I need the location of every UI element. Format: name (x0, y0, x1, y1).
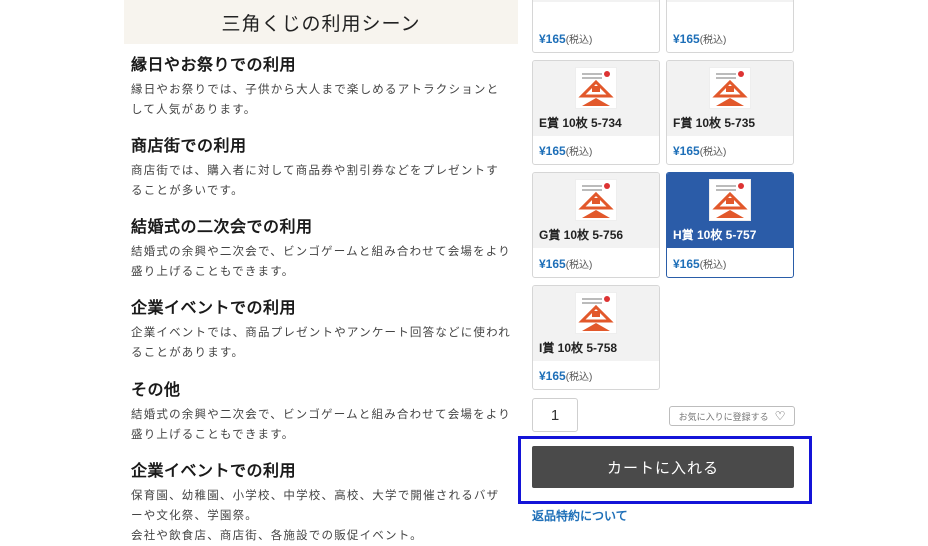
product-name: H賞 10枚 5-757 (673, 228, 757, 242)
price-value: ¥165 (539, 144, 566, 158)
price-value: ¥165 (673, 257, 700, 271)
tax-label: (税込) (699, 260, 727, 271)
product-price: ¥165(税込) (673, 31, 726, 46)
heart-icon: ♡ (774, 409, 786, 423)
scene-heading: 企業イベントでの利用 (131, 461, 297, 480)
scene-text: 縁日やお祭りでは、子供から大人まで楽しめるアトラクションとして人気があります。 (131, 82, 500, 116)
product-card[interactable]: C賞 10枚 5-732¥165(税込) (532, 0, 660, 53)
favorite-label: お気に入りに登録する (678, 411, 769, 422)
product-price: ¥165(税込) (673, 143, 726, 158)
add-to-cart-button[interactable]: カートに入れる (532, 446, 794, 488)
price-value: ¥165 (539, 32, 566, 46)
tax-label: (税込) (565, 372, 593, 383)
scene-text: 商店街では、購入者に対して商品券や割引券などをプレゼントすることが多いです。 (131, 163, 499, 197)
scene-festival: 縁日やお祭りでの利用 縁日やお祭りでは、子供から大人まで楽しめるアトラクションと… (131, 55, 511, 119)
add-to-favorites-button[interactable]: お気に入りに登録する ♡ (669, 406, 795, 426)
product-card[interactable]: F賞 10枚 5-735 ¥165(税込) (666, 60, 794, 165)
product-card[interactable]: D賞 10枚 5-733¥165(税込) (666, 0, 794, 53)
scenes-title-box: 三角くじの利用シーン (124, 0, 518, 44)
product-thumbnail (533, 0, 659, 2)
scene-heading: 企業イベントでの利用 (131, 298, 297, 317)
scene-text: 保育園、幼稚園、小学校、中学校、高校、大学で開催されるバザーや文化祭、学園祭。 … (131, 488, 500, 542)
product-name: G賞 10枚 5-756 (539, 228, 624, 242)
returns-policy-link[interactable]: 返品特約について (532, 507, 628, 524)
product-thumbnail (667, 0, 793, 2)
product-price: ¥165(税込) (673, 256, 726, 271)
scenes-title: 三角くじの利用シーン (221, 12, 421, 35)
product-price: ¥165(税込) (539, 256, 592, 271)
ticket-image (709, 179, 751, 221)
product-price: ¥165(税込) (539, 368, 592, 383)
product-name: E賞 10枚 5-734 (539, 116, 622, 130)
product-price: ¥165(税込) (539, 143, 592, 158)
scenes-section: 三角くじの利用シーン 縁日やお祭りでの利用 縁日やお祭りでは、子供から大人まで楽… (124, 0, 520, 546)
product-card[interactable]: I賞 10枚 5-758 ¥165(税込) (532, 285, 660, 390)
product-card[interactable]: H賞 10枚 5-757 ¥165(税込) (666, 172, 794, 278)
price-value: ¥165 (673, 144, 700, 158)
price-value: ¥165 (673, 32, 700, 46)
ticket-image (709, 67, 751, 109)
ticket-image (575, 179, 617, 221)
tax-label: (税込) (699, 35, 727, 46)
tax-label: (税込) (565, 147, 593, 158)
scene-other: その他 結婚式の余興や二次会で、ビンゴゲームと組み合わせて会場をより盛り上げるこ… (131, 380, 511, 444)
quantity-input[interactable]: 1 (532, 398, 578, 432)
tax-label: (税込) (699, 147, 727, 158)
price-value: ¥165 (539, 369, 566, 383)
scene-heading: 結婚式の二次会での利用 (131, 217, 313, 236)
scene-corporate-event-2: 企業イベントでの利用 保育園、幼稚園、小学校、中学校、高校、大学で開催されるバザ… (131, 461, 511, 545)
scene-wedding-party: 結婚式の二次会での利用 結婚式の余興や二次会で、ビンゴゲームと組み合わせて会場を… (131, 217, 511, 281)
scene-heading: その他 (131, 380, 181, 399)
price-value: ¥165 (539, 257, 566, 271)
product-name: F賞 10枚 5-735 (673, 116, 756, 130)
scene-shopping-street: 商店街での利用 商店街では、購入者に対して商品券や割引券などをプレゼントすること… (131, 136, 511, 200)
tax-label: (税込) (565, 35, 593, 46)
scene-text: 結婚式の余興や二次会で、ビンゴゲームと組み合わせて会場をより盛り上げることもでき… (131, 407, 511, 441)
scene-heading: 縁日やお祭りでの利用 (131, 55, 297, 74)
ticket-image (575, 67, 617, 109)
product-card[interactable]: E賞 10枚 5-734 ¥165(税込) (532, 60, 660, 165)
tax-label: (税込) (565, 260, 593, 271)
ticket-image (575, 292, 617, 334)
scene-text: 企業イベントでは、商品プレゼントやアンケート回答などに使われることがあります。 (131, 325, 511, 359)
scene-corporate-event: 企業イベントでの利用 企業イベントでは、商品プレゼントやアンケート回答などに使わ… (131, 298, 511, 362)
product-price: ¥165(税込) (539, 31, 592, 46)
product-card[interactable]: G賞 10枚 5-756 ¥165(税込) (532, 172, 660, 278)
scene-text: 結婚式の余興や二次会で、ビンゴゲームと組み合わせて会場をより盛り上げることもでき… (131, 244, 511, 278)
product-name: I賞 10枚 5-758 (539, 341, 618, 355)
scene-heading: 商店街での利用 (131, 136, 247, 155)
